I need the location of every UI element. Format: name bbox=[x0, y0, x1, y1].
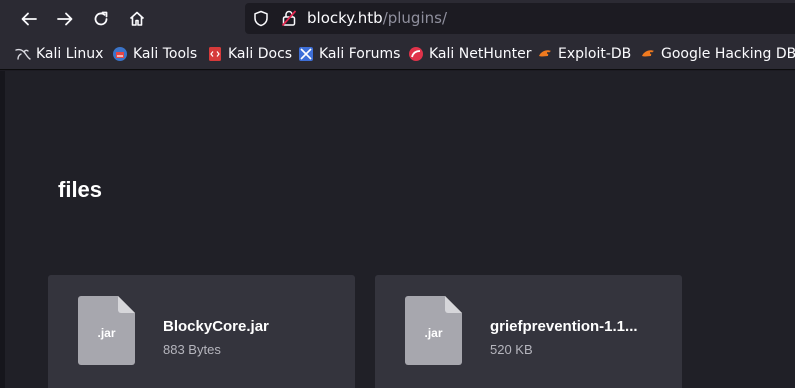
file-size: 520 KB bbox=[490, 342, 533, 357]
file-name[interactable]: griefprevention-1.1... bbox=[490, 318, 670, 335]
bookmark-label: Google Hacking DB bbox=[661, 46, 795, 62]
file-icon: .jar bbox=[405, 296, 462, 365]
page-title: files bbox=[58, 177, 103, 202]
bookmark-exploit-db[interactable]: Exploit-DB bbox=[537, 45, 631, 63]
page-left-border bbox=[0, 71, 5, 388]
bookmark-label: Kali Forums bbox=[319, 46, 401, 62]
file-card[interactable]: .jar BlockyCore.jar 883 Bytes bbox=[48, 275, 355, 388]
url-text[interactable]: blocky.htb/plugins/ bbox=[307, 9, 447, 27]
back-button[interactable] bbox=[17, 7, 41, 31]
url-bar[interactable]: blocky.htb/plugins/ bbox=[245, 3, 795, 34]
kali-docs-icon bbox=[207, 46, 223, 62]
reload-button[interactable] bbox=[89, 7, 113, 31]
exploit-db-icon bbox=[537, 46, 553, 62]
shield-icon[interactable] bbox=[253, 10, 269, 27]
navigation-toolbar: blocky.htb/plugins/ bbox=[0, 0, 795, 38]
bookmark-kali-linux[interactable]: Kali Linux bbox=[15, 45, 103, 63]
url-host: blocky.htb bbox=[307, 9, 383, 27]
bookmark-label: Exploit-DB bbox=[558, 46, 632, 62]
file-icon: .jar bbox=[78, 296, 135, 365]
bookmark-google-hacking-db[interactable]: Google Hacking DB bbox=[640, 45, 795, 63]
file-extension: .jar bbox=[424, 326, 443, 340]
browser-window: blocky.htb/plugins/ Kali Linux Kali Tool… bbox=[0, 0, 795, 388]
bookmark-label: Kali Linux bbox=[36, 46, 104, 62]
arrow-left-icon bbox=[21, 12, 37, 26]
kali-nethunter-icon bbox=[408, 46, 424, 62]
bookmark-label: Kali NetHunter bbox=[429, 46, 532, 62]
bookmark-kali-nethunter[interactable]: Kali NetHunter bbox=[408, 45, 531, 63]
kali-dragon-icon bbox=[15, 46, 31, 62]
reload-icon bbox=[94, 11, 108, 26]
file-size: 883 Bytes bbox=[163, 342, 221, 357]
insecure-lock-icon[interactable] bbox=[281, 9, 297, 27]
arrow-right-icon bbox=[57, 12, 73, 26]
bookmark-kali-forums[interactable]: Kali Forums bbox=[298, 45, 400, 63]
ghdb-icon bbox=[640, 46, 656, 62]
kali-forums-icon bbox=[298, 46, 314, 62]
bookmark-label: Kali Docs bbox=[228, 46, 293, 62]
url-path: /plugins/ bbox=[382, 9, 448, 27]
file-extension: .jar bbox=[97, 326, 116, 340]
bookmark-label: Kali Tools bbox=[133, 46, 198, 62]
home-button[interactable] bbox=[125, 7, 149, 31]
home-icon bbox=[129, 11, 145, 26]
forward-button[interactable] bbox=[53, 7, 77, 31]
bookmark-kali-docs[interactable]: Kali Docs bbox=[207, 45, 292, 63]
kali-tools-icon bbox=[112, 46, 128, 62]
bookmarks-toolbar: Kali Linux Kali Tools Kali Docs Kali For… bbox=[0, 38, 795, 70]
bookmark-kali-tools[interactable]: Kali Tools bbox=[112, 45, 197, 63]
file-card[interactable]: .jar griefprevention-1.1... 520 KB bbox=[375, 275, 682, 388]
file-name[interactable]: BlockyCore.jar bbox=[163, 318, 343, 335]
